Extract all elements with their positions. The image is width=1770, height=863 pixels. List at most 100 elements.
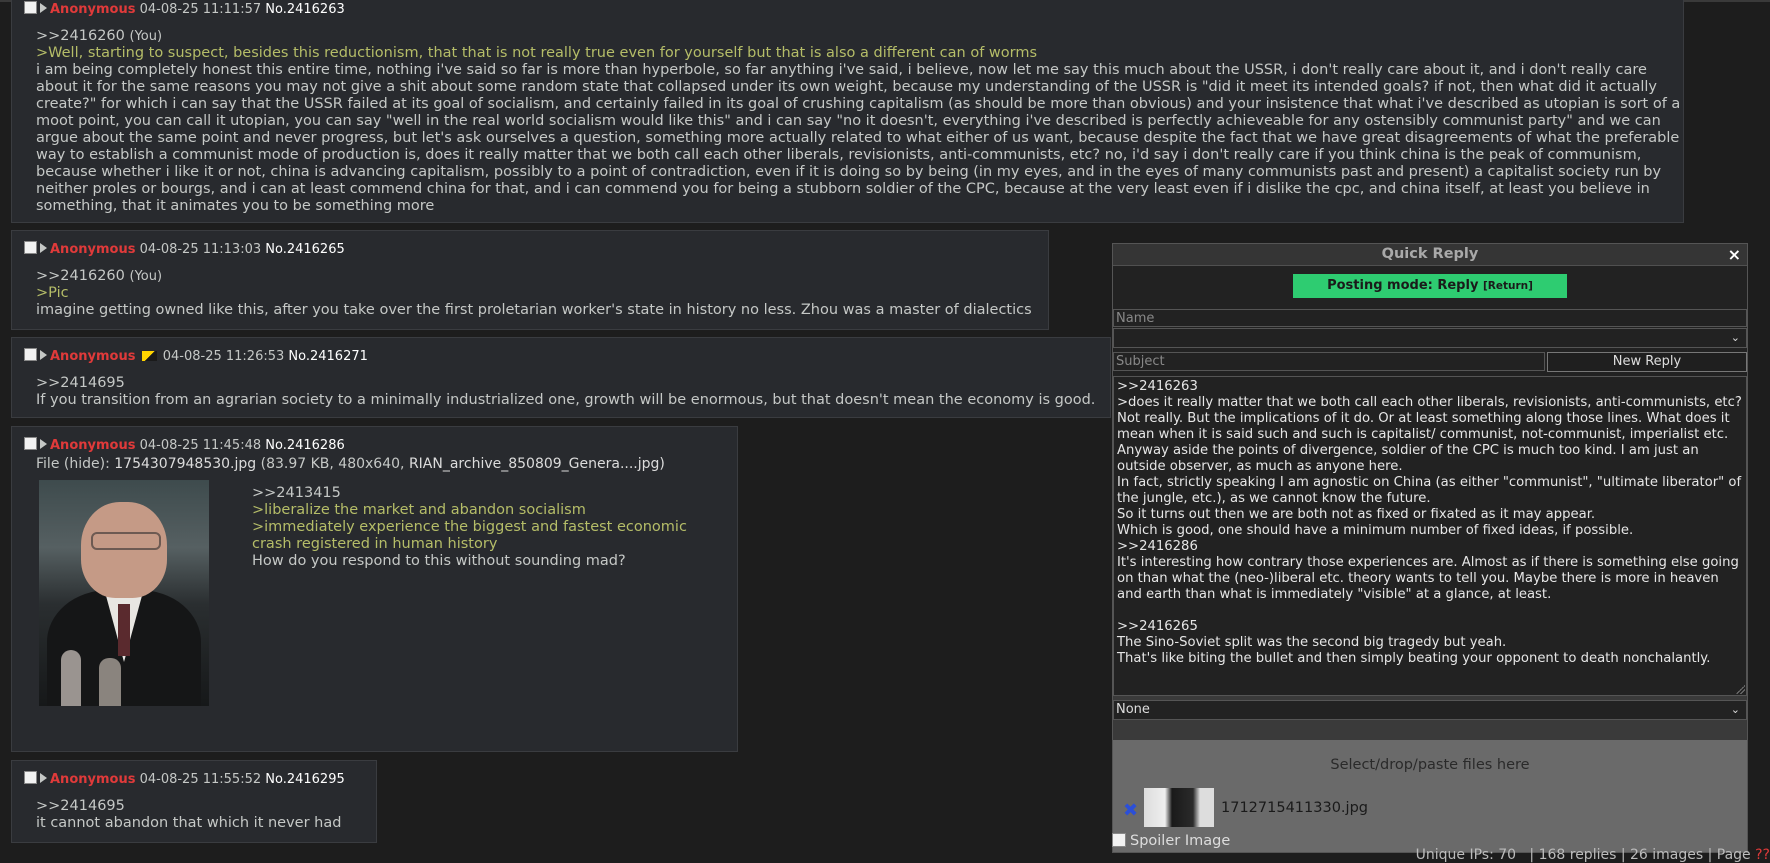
post-2416265: Anonymous 04-08-25 11:13:03 No.2416265 >… [11, 230, 1049, 330]
textarea-line: mean when it is said such and such is ca… [1117, 427, 1729, 442]
post-menu-arrow-icon[interactable] [40, 439, 47, 449]
quote-link[interactable]: >>2416260 [36, 268, 125, 284]
post-header: Anonymous 04-08-25 11:26:53 No.2416271 [24, 348, 368, 365]
textarea-line: and earth than what is immediately "visi… [1117, 587, 1552, 602]
name-field[interactable]: Name [1113, 309, 1747, 327]
poster-name: Anonymous [50, 242, 136, 257]
file-label-end: ): [99, 456, 110, 472]
textarea-line: Which is good, one should have a minimum… [1117, 523, 1634, 538]
textarea-line: >>2416263 [1117, 379, 1198, 394]
post-body: >>2413415 >liberalize the market and aba… [252, 485, 687, 570]
file-label: File ( [36, 456, 70, 472]
quote-link[interactable]: >>2413415 [252, 485, 687, 502]
post-number[interactable]: No.2416265 [265, 242, 344, 257]
textarea-line: So it turns out then we are both not as … [1117, 507, 1596, 522]
return-link[interactable]: [Return] [1483, 280, 1533, 292]
post-2416271: Anonymous 04-08-25 11:26:53 No.2416271 >… [11, 337, 1111, 418]
quick-reply-panel: Quick Reply × Posting mode: Reply [Retur… [1112, 243, 1748, 853]
post-header: Anonymous 04-08-25 11:13:03 No.2416265 [24, 241, 345, 258]
textarea-line: >does it really matter that we both call… [1117, 395, 1742, 410]
spoiler-option: Spoiler Image [1112, 833, 1230, 849]
post-image-thumbnail[interactable] [39, 480, 209, 706]
post-number[interactable]: No.2416271 [288, 349, 367, 364]
spoiler-checkbox[interactable] [1112, 833, 1126, 847]
post-text-line: neither proles or bourgs, and i can at l… [36, 181, 1650, 197]
post-2416295: Anonymous 04-08-25 11:55:52 No.2416295 >… [11, 760, 377, 843]
post-checkbox[interactable] [24, 348, 37, 361]
post-body: >>2414695 it cannot abandon that which i… [36, 798, 341, 832]
poster-name: Anonymous [50, 438, 136, 453]
post-header: Anonymous 04-08-25 11:55:52 No.2416295 [24, 771, 345, 788]
post-date: 04-08-25 11:55:52 [139, 772, 262, 787]
email-select[interactable]: ⌄ [1113, 328, 1747, 348]
poster-name: Anonymous [50, 2, 136, 17]
post-text-line: imagine getting owned like this, after y… [36, 302, 1032, 318]
file-original-name[interactable]: RIAN_archive_850809_Genera....jpg) [409, 456, 665, 472]
post-date: 04-08-25 11:13:03 [139, 242, 262, 257]
resize-handle-icon[interactable] [1735, 684, 1745, 694]
post-body: >>2416260 (You) >Pic imagine getting own… [36, 268, 1032, 319]
post-text-line: How do you respond to this without sound… [252, 553, 626, 569]
post-header: Anonymous 04-08-25 11:45:48 No.2416286 [24, 437, 345, 454]
textarea-line [1117, 603, 1743, 619]
file-meta: (83.97 KB, 480x640, [260, 456, 405, 472]
textarea-line: >>2416265 [1117, 619, 1198, 634]
thread-stats: Unique IPs: 70 | 168 replies | 26 images… [1416, 847, 1770, 863]
textarea-line: the jungle, etc.), as we cannot know the… [1117, 491, 1431, 506]
quick-reply-title: Quick Reply [1381, 246, 1479, 262]
post-header: Anonymous 04-08-25 11:11:57 No.2416263 [24, 1, 345, 18]
textarea-line: Not really. But the implications of it d… [1117, 411, 1730, 426]
post-2416263: Anonymous 04-08-25 11:11:57 No.2416263 >… [11, 0, 1684, 223]
spoiler-label: Spoiler Image [1130, 833, 1231, 849]
post-text-line: argue about the same point and never pro… [36, 130, 1680, 146]
post-date: 04-08-25 11:45:48 [139, 438, 262, 453]
textarea-line: In fact, strictly speaking I am agnostic… [1117, 475, 1742, 490]
post-number[interactable]: No.2416295 [265, 772, 344, 787]
greentext-line: >Well, starting to suspect, besides this… [36, 45, 1038, 61]
post-text-line: create?" for which i can say that the US… [36, 96, 1681, 112]
greentext-line: >immediately experience the biggest and … [252, 519, 687, 535]
thread-stats-text: Unique IPs: 70 | 168 replies | 26 images… [1415, 847, 1756, 863]
post-checkbox[interactable] [24, 437, 37, 450]
post-text-line: it cannot abandon that which it never ha… [36, 815, 342, 831]
post-number[interactable]: No.2416263 [265, 2, 344, 17]
post-checkbox[interactable] [24, 1, 37, 14]
quote-link[interactable]: >>2414695 [36, 375, 1095, 392]
post-menu-arrow-icon[interactable] [40, 243, 47, 253]
page-number: ?? [1755, 847, 1770, 863]
post-text-line: i am being completely honest this entire… [36, 62, 1647, 78]
close-icon[interactable]: × [1728, 244, 1741, 265]
remove-file-icon[interactable]: ✖ [1123, 800, 1138, 821]
attached-file-name: 1712715411330.jpg [1221, 800, 1368, 816]
subject-field[interactable]: Subject [1113, 352, 1545, 371]
post-text-line: way to establish a communist mode of pro… [36, 147, 1642, 163]
post-number[interactable]: No.2416286 [265, 438, 344, 453]
textarea-line: outside observer, as much as anyone here… [1117, 459, 1403, 474]
quote-link[interactable]: >>2416260 [36, 28, 125, 44]
hide-file-link[interactable]: hide [69, 456, 99, 472]
comment-textarea[interactable]: >>2416263 >does it really matter that we… [1113, 376, 1747, 696]
post-body: >>2414695 If you transition from an agra… [36, 375, 1095, 409]
chevron-down-icon: ⌄ [1730, 331, 1740, 344]
textarea-line: on than what the (neo-)liberal etc. theo… [1117, 571, 1719, 586]
flag-select[interactable]: None ⌄ [1113, 700, 1747, 720]
attached-file-thumbnail [1144, 788, 1214, 827]
file-name-link[interactable]: 1754307948530.jpg [114, 456, 256, 472]
textarea-line: It's interesting how contrary those expe… [1117, 555, 1739, 570]
post-checkbox[interactable] [24, 771, 37, 784]
post-menu-arrow-icon[interactable] [40, 3, 47, 13]
posting-mode-label: Posting mode: Reply [1327, 278, 1479, 293]
post-menu-arrow-icon[interactable] [40, 350, 47, 360]
quote-link[interactable]: >>2414695 [36, 798, 341, 815]
chevron-down-icon: ⌄ [1730, 703, 1740, 716]
textarea-line: >>2416286 [1117, 539, 1198, 554]
greentext-line: crash registered in human history [252, 536, 498, 552]
post-text-line: If you transition from an agrarian socie… [36, 392, 1096, 408]
post-menu-arrow-icon[interactable] [40, 773, 47, 783]
you-marker: (You) [129, 269, 163, 284]
flag-select-value: None [1116, 702, 1150, 717]
quick-reply-header[interactable]: Quick Reply × [1113, 244, 1747, 266]
post-checkbox[interactable] [24, 241, 37, 254]
new-reply-button[interactable]: New Reply [1547, 352, 1747, 372]
post-text-line: moot point, you can call it utopian, you… [36, 113, 1661, 129]
